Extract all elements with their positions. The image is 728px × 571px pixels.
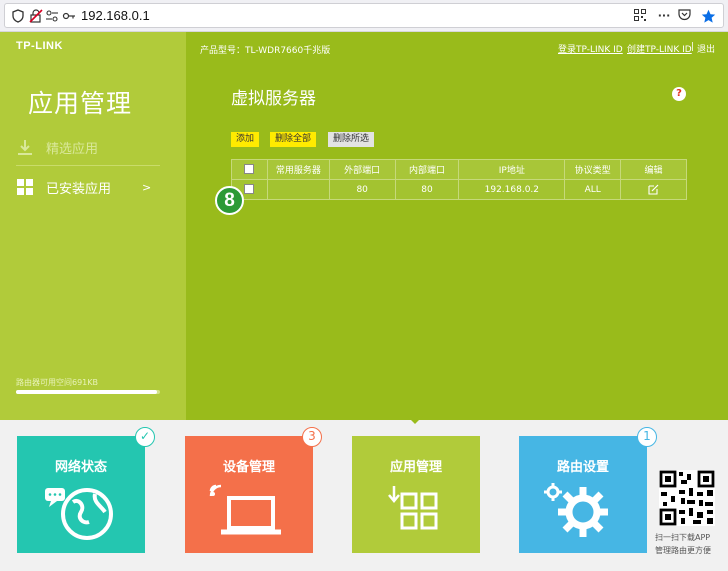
logout-link[interactable]: 退出 — [697, 42, 715, 55]
more-options-icon[interactable]: ··· — [657, 9, 671, 23]
qr-caption-line2: 管理路由更方便 — [655, 546, 711, 555]
device-count-badge: 3 — [302, 427, 322, 447]
column-header: 协议类型 — [564, 159, 622, 180]
status-ok-badge: ✓ — [135, 427, 155, 447]
create-tplink-id-link[interactable]: 创建TP-LINK ID — [627, 42, 692, 55]
pocket-icon[interactable] — [677, 9, 691, 23]
browser-toolbar: 192.168.0.1 ··· — [0, 0, 728, 32]
key-icon[interactable] — [62, 9, 76, 23]
step-number-badge: 8 — [215, 186, 244, 215]
storage-bar-fill — [16, 390, 158, 394]
app-qr-code — [659, 470, 715, 526]
table-row: 80 80 192.168.0.2 ALL — [231, 179, 687, 200]
sidebar-item-installed-apps[interactable]: 已安装应用 — [16, 168, 160, 206]
cell-edit — [620, 179, 687, 200]
grid-icon — [16, 178, 34, 196]
row-checkbox[interactable] — [244, 184, 255, 195]
cell-ip-address: 192.168.0.2 — [458, 179, 566, 200]
gear-icon — [544, 483, 608, 537]
column-header: 内部端口 — [394, 159, 460, 180]
select-all-cell — [231, 159, 268, 180]
help-icon[interactable]: ? — [672, 87, 686, 101]
tp-link-logo: TP-LINK — [16, 40, 63, 52]
url-text[interactable]: 192.168.0.1 — [81, 8, 150, 23]
product-model: 产品型号：TL-WDR7660千兆版 — [200, 46, 331, 56]
delete-all-button[interactable]: 删除全部 — [270, 132, 317, 147]
tile-app-management[interactable]: 应用管理 — [352, 436, 480, 553]
sidebar-title: 应用管理 — [28, 89, 133, 118]
shield-icon[interactable] — [11, 9, 25, 23]
cell-internal-port: 80 — [394, 179, 460, 200]
insecure-connection-icon[interactable] — [29, 9, 43, 23]
qr-caption-line1: 扫一扫下载APP — [655, 533, 711, 542]
sidebar-divider — [16, 165, 160, 166]
delete-selected-button[interactable]: 删除所选 — [328, 132, 375, 147]
page-title: 虚拟服务器 — [231, 89, 316, 109]
download-icon — [16, 138, 34, 156]
storage-bar — [16, 390, 160, 394]
permissions-icon[interactable] — [45, 9, 59, 23]
sidebar-item-label: 精选应用 — [46, 141, 99, 157]
cell-external-port: 80 — [328, 179, 396, 200]
sidebar-item-featured-apps[interactable]: 精选应用 — [16, 128, 160, 166]
qr-code-icon[interactable] — [633, 9, 647, 23]
active-tile-pointer — [407, 416, 423, 424]
login-tplink-id-link[interactable]: 登录TP-LINK ID — [558, 42, 623, 55]
globe-icon — [45, 488, 113, 540]
sidebar-item-label: 已安装应用 — [46, 181, 112, 197]
column-header: 常用服务器 — [266, 159, 330, 180]
virtual-server-table: 常用服务器 外部端口 内部端口 IP地址 协议类型 编辑 80 80 192.1… — [231, 159, 687, 200]
column-header: 编辑 — [620, 159, 687, 180]
address-bar[interactable]: 192.168.0.1 ··· — [4, 3, 724, 28]
table-header-row: 常用服务器 外部端口 内部端口 IP地址 协议类型 编辑 — [231, 159, 687, 180]
select-all-checkbox[interactable] — [244, 164, 255, 175]
tile-device-management[interactable]: 设备管理 — [185, 436, 313, 553]
storage-label: 路由器可用空间691KB — [16, 378, 99, 387]
app-grid-icon — [388, 486, 438, 530]
tile-network-status[interactable]: 网络状态 — [17, 436, 145, 553]
cell-protocol: ALL — [564, 179, 622, 200]
edit-icon[interactable] — [648, 184, 659, 195]
cell-service — [266, 179, 330, 200]
chevron-right-icon: > — [142, 181, 152, 194]
column-header: IP地址 — [458, 159, 566, 180]
column-header: 外部端口 — [328, 159, 396, 180]
link-separator: | — [691, 42, 695, 52]
bookmark-star-icon[interactable] — [701, 9, 716, 23]
tile-router-settings[interactable]: 路由设置 — [519, 436, 647, 553]
settings-count-badge: 1 — [637, 427, 657, 447]
add-button[interactable]: 添加 — [231, 132, 260, 147]
laptop-icon — [209, 484, 281, 535]
